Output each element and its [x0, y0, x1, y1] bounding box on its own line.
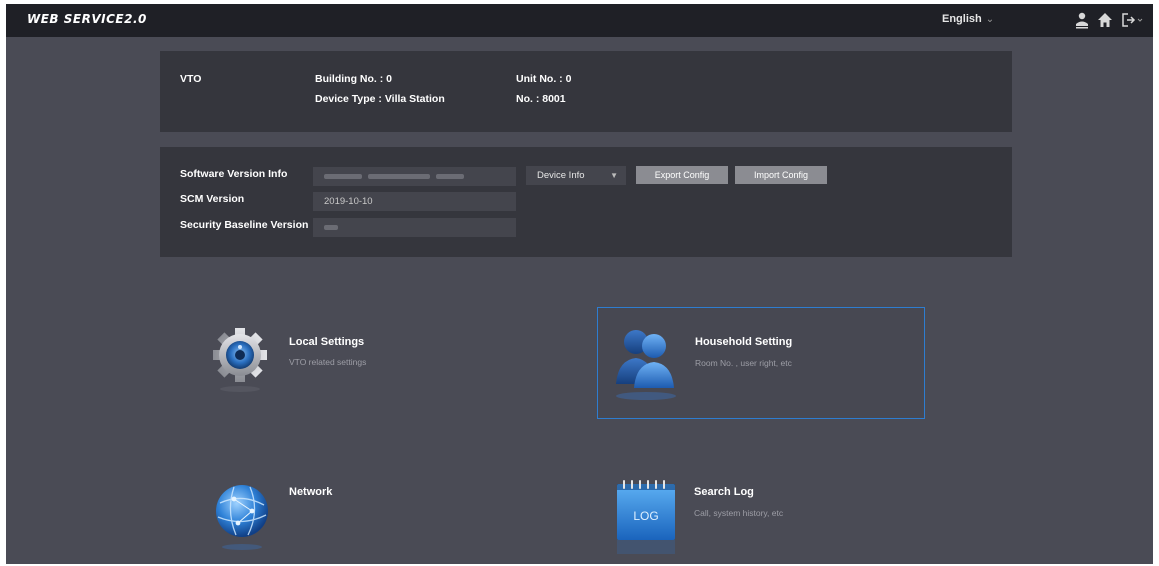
scm-version-label: SCM Version [180, 193, 245, 205]
device-type: Device Type : Villa Station [315, 93, 445, 105]
tile-network[interactable]: Network [196, 464, 521, 564]
scm-version-field: 2019-10-10 [313, 192, 516, 211]
tile-subtitle: VTO related settings [289, 357, 367, 367]
room-no: No. : 8001 [516, 93, 566, 105]
tile-subtitle: Room No. , user right, etc [695, 358, 792, 368]
log-icon-label: LOG [633, 509, 658, 523]
user-icon[interactable] [1073, 10, 1091, 30]
redacted-text [368, 174, 430, 179]
version-panel: Software Version Info SCM Version 2019-1… [160, 147, 1012, 257]
app-window: WEB SERVICE2.0 English ⌄ VTO Building No.… [6, 4, 1153, 564]
tile-local-settings[interactable]: Local Settings VTO related settings [196, 307, 521, 419]
users-icon [616, 330, 676, 400]
redacted-text [324, 225, 338, 230]
security-baseline-field [313, 218, 516, 237]
device-info-select[interactable]: Device Info ▼ [526, 166, 626, 185]
import-config-button[interactable]: Import Config [735, 166, 827, 184]
logo: WEB SERVICE2.0 [27, 12, 147, 26]
tile-title: Search Log [694, 486, 754, 498]
language-label: English [942, 13, 982, 25]
security-baseline-label: Security Baseline Version [180, 219, 309, 231]
chevron-down-icon: ⌄ [985, 14, 995, 25]
gear-icon [213, 328, 267, 392]
log-icon: LOG [617, 480, 675, 554]
tile-title: Local Settings [289, 336, 365, 348]
top-bar: WEB SERVICE2.0 English ⌄ [6, 4, 1153, 37]
logout-icon[interactable] [1120, 10, 1144, 30]
home-icon[interactable] [1096, 10, 1114, 30]
unit-no: Unit No. : 0 [516, 73, 572, 85]
tile-title: Network [289, 486, 333, 498]
tile-title: Household Setting [695, 336, 793, 348]
tile-subtitle: Call, system history, etc [694, 508, 784, 518]
redacted-text [324, 174, 362, 179]
software-version-field [313, 167, 516, 186]
tile-search-log[interactable]: LOG Search Log Call, system history, etc [597, 464, 925, 564]
redacted-text [436, 174, 464, 179]
device-info-panel: VTO Building No. : 0 Device Type : Villa… [160, 51, 1012, 132]
tile-household-setting[interactable]: Household Setting Room No. , user right,… [597, 307, 925, 419]
language-selector[interactable]: English ⌄ [942, 13, 994, 25]
building-no: Building No. : 0 [315, 73, 392, 85]
device-model: VTO [180, 73, 202, 85]
device-info-select-value: Device Info [537, 170, 585, 181]
software-version-label: Software Version Info [180, 168, 288, 180]
globe-icon [216, 485, 268, 550]
export-config-button[interactable]: Export Config [636, 166, 728, 184]
chevron-down-icon: ▼ [610, 171, 618, 180]
